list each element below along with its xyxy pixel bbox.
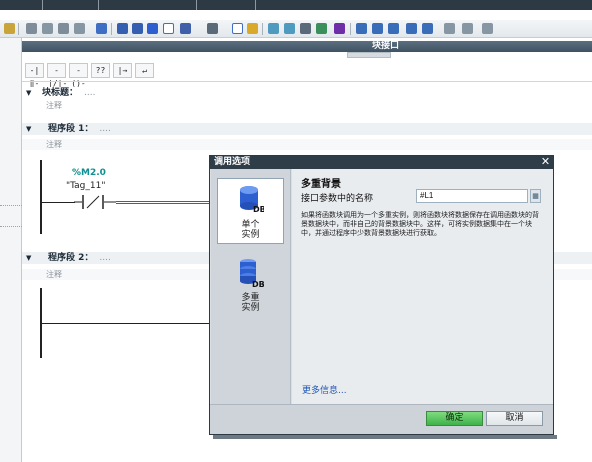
- interface-name-label: 接口参数中的名称: [301, 194, 374, 204]
- collapse-triangle-icon[interactable]: ▼: [26, 252, 31, 264]
- view-box-icon[interactable]: [163, 23, 174, 34]
- compare-icon[interactable]: [96, 23, 107, 34]
- view-list-icon[interactable]: [117, 23, 128, 34]
- db-badge: DB: [252, 280, 264, 288]
- option-content-panel: 多重背景 接口参数中的名称 #L1 ▦ 如果将函数块调用为一个多重实例，则将函数…: [292, 169, 553, 404]
- dialog-title: 调用选项: [214, 157, 251, 167]
- more-info-link[interactable]: 更多信息...: [302, 383, 347, 396]
- toolbar-separator: [350, 23, 351, 35]
- collapse-triangle-icon[interactable]: ▼: [26, 123, 31, 135]
- no-contact-button[interactable]: -|‖-: [25, 63, 44, 88]
- absolute-operand-icon[interactable]: [180, 23, 191, 34]
- format-icon[interactable]: [388, 23, 399, 34]
- toolbar-separator: [111, 23, 112, 35]
- network-1-dots: ....: [99, 124, 111, 134]
- monitor-icon[interactable]: [300, 23, 311, 34]
- multi-instance-option[interactable]: DB 多重 实例: [217, 252, 284, 318]
- toolbar-separator: [18, 23, 19, 35]
- find-icon[interactable]: [462, 23, 473, 34]
- block-comment[interactable]: 注释: [22, 100, 592, 111]
- call-options-dialog: 调用选项 ✕ DB 单个 实例 DB 多重 实例 多重背景 接口参数中的名称 #…: [209, 155, 554, 435]
- block-interface-title: 块接口: [372, 41, 400, 51]
- settings-icon[interactable]: [482, 23, 493, 34]
- view-blue-icon[interactable]: [147, 23, 158, 34]
- strip-separator: [98, 0, 99, 10]
- delete-network-icon[interactable]: [42, 23, 53, 34]
- insert-row-icon[interactable]: [58, 23, 69, 34]
- view-table-icon[interactable]: [132, 23, 143, 34]
- coil-button[interactable]: -()-: [69, 63, 88, 88]
- open-branch-button[interactable]: |→: [113, 63, 132, 78]
- network-1-comment[interactable]: 注释: [22, 139, 592, 150]
- nc-contact-icon[interactable]: [74, 194, 116, 210]
- empty-box-button[interactable]: ??: [91, 63, 110, 78]
- link-icon[interactable]: [444, 23, 455, 34]
- palette-divider: [22, 81, 592, 82]
- close-icon[interactable]: ✕: [540, 156, 551, 168]
- database-icon: DB: [239, 186, 265, 214]
- contact-tag[interactable]: "Tag_11": [66, 181, 105, 191]
- collapse-triangle-icon[interactable]: ▼: [26, 87, 31, 99]
- top-title-strip: [0, 0, 592, 10]
- network-2-wire: [41, 323, 211, 324]
- cancel-button[interactable]: 取消: [486, 411, 543, 426]
- bookmark-icon[interactable]: [406, 23, 417, 34]
- close-branch-button[interactable]: ↵: [135, 63, 154, 78]
- multi-instance-label: 多重 实例: [241, 293, 260, 313]
- symbol-icon[interactable]: [207, 23, 218, 34]
- block-title-row[interactable]: ▼ 块标题：....: [22, 87, 592, 99]
- content-title: 多重背景: [301, 179, 341, 190]
- ladder-palette: -|‖- -|/|- -()- ?? |→ ↵: [25, 63, 154, 88]
- goto-prev-icon[interactable]: [268, 23, 279, 34]
- left-gutter: [0, 38, 22, 462]
- block-title-dots: ....: [84, 88, 96, 98]
- dialog-button-bar: 确定 取消: [210, 404, 553, 434]
- strip-separator: [255, 0, 256, 10]
- interface-name-input[interactable]: #L1: [416, 189, 528, 203]
- single-instance-label: 单个 实例: [241, 220, 260, 240]
- selected-wire[interactable]: [116, 201, 212, 204]
- block-title-label: 块标题：: [42, 88, 79, 98]
- multi-database-icon: DB: [239, 259, 264, 289]
- input-picker-icon[interactable]: ▦: [530, 189, 541, 203]
- nc-contact-button[interactable]: -|/|-: [47, 63, 67, 88]
- gutter-divider: [0, 205, 22, 206]
- insert-network-icon[interactable]: [26, 23, 37, 34]
- network-1-header[interactable]: ▼ 程序段 1：....: [22, 123, 592, 135]
- network-icon[interactable]: [4, 23, 15, 34]
- block-interface-bar[interactable]: 块接口: [22, 41, 592, 52]
- network-2-dots: ....: [99, 253, 111, 263]
- toolbar-separator: [262, 23, 263, 35]
- overview-icon[interactable]: [334, 23, 345, 34]
- goto-next-icon[interactable]: [284, 23, 295, 34]
- reference-icon[interactable]: [316, 23, 327, 34]
- db-badge: DB: [253, 205, 264, 214]
- tag-info-icon[interactable]: [232, 23, 243, 34]
- gutter-divider: [0, 226, 22, 227]
- option-description: 如果将函数块调用为一个多重实例，则将函数块将数据保存在调用函数块的背景数据块中，…: [301, 211, 539, 237]
- interface-splitter-handle[interactable]: [347, 52, 391, 58]
- ok-button[interactable]: 确定: [426, 411, 483, 426]
- network-2-label: 程序段 2：: [48, 253, 94, 263]
- instance-option-list: DB 单个 实例 DB 多重 实例: [211, 169, 291, 404]
- delete-row-icon[interactable]: [74, 23, 85, 34]
- network-1-power-rail: [40, 160, 42, 234]
- strip-separator: [196, 0, 197, 10]
- single-instance-option[interactable]: DB 单个 实例: [217, 178, 284, 244]
- bookmark-next-icon[interactable]: [422, 23, 433, 34]
- indent-icon[interactable]: [356, 23, 367, 34]
- editor-toolbar: [0, 20, 592, 38]
- contact-address[interactable]: %M2.0: [72, 168, 106, 178]
- strip-separator: [42, 0, 43, 10]
- outdent-icon[interactable]: [372, 23, 383, 34]
- dialog-shadow: [213, 435, 557, 439]
- network-1-label: 程序段 1：: [48, 124, 94, 134]
- dialog-title-bar[interactable]: 调用选项 ✕: [210, 156, 553, 169]
- comment-icon[interactable]: [247, 23, 258, 34]
- network-1-wire: [41, 202, 75, 203]
